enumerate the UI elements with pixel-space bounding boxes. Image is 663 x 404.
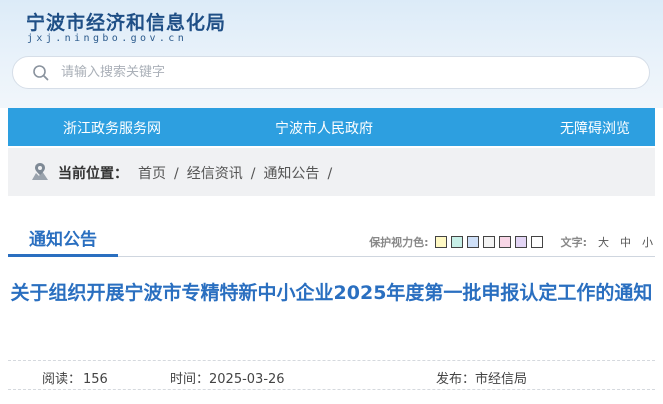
nav-link-zhejiang-gov-service[interactable]: 浙江政务服务网 [63, 118, 161, 138]
article-reads: 阅读： 156 [42, 368, 108, 387]
article-title: 关于组织开展宁波市专精特新中小企业2025年度第一批申报认定工作的通知 [10, 282, 653, 304]
breadcrumb-label: 当前位置： [58, 166, 128, 182]
section-tab-notices[interactable]: 通知公告 [8, 221, 118, 257]
publish-date: 2025-03-26 [209, 372, 285, 387]
section-header: 通知公告 保护视力色: 文字: 大 中 小 [8, 221, 655, 257]
font-size-small[interactable]: 小 [642, 234, 653, 250]
font-size-medium[interactable]: 中 [620, 234, 631, 250]
search-icon[interactable] [21, 56, 61, 89]
breadcrumb-trail: 首页 / 经信资讯 / 通知公告 / [138, 163, 340, 183]
breadcrumb-separator: / [174, 166, 179, 182]
article-time: 时间：2025-03-26 [170, 368, 285, 387]
breadcrumb-separator: / [250, 166, 256, 182]
eye-color-swatch-green[interactable] [450, 236, 463, 248]
nav-link-ningbo-gov[interactable]: 宁波市人民政府 [275, 118, 373, 138]
site-logo-domain: jxj.ningbo.gov.cn [27, 33, 188, 44]
eye-color-swatch-pink[interactable] [498, 236, 511, 248]
top-nav: 浙江政务服务网 宁波市人民政府 无障碍浏览 [8, 108, 655, 146]
font-size-label: 文字: [560, 236, 587, 249]
eye-color-swatch-purple[interactable] [514, 236, 527, 248]
location-pin-icon [30, 162, 50, 186]
font-size-large[interactable]: 大 [598, 234, 609, 250]
site-header: 宁波市经济和信息化局 jxj.ningbo.gov.cn [0, 0, 663, 108]
breadcrumb-home[interactable]: 首页 [138, 166, 166, 182]
search-bar [12, 56, 650, 89]
reads-count: 156 [83, 372, 108, 387]
source-name: 市经信局 [475, 372, 528, 387]
article-source: 发布：市经信局 [436, 368, 527, 387]
breadcrumb-separator: / [327, 166, 333, 182]
eye-protection-label: 保护视力色: [369, 236, 429, 249]
eye-color-swatch-yellow[interactable] [434, 236, 447, 248]
breadcrumb-notices[interactable]: 通知公告 [263, 166, 319, 182]
search-input[interactable] [61, 57, 601, 88]
nav-link-accessibility[interactable]: 无障碍浏览 [560, 118, 630, 138]
source-label: 发布： [436, 372, 476, 387]
breadcrumb-news[interactable]: 经信资讯 [187, 166, 243, 182]
article-meta: 阅读： 156 时间：2025-03-26 发布：市经信局 [8, 360, 655, 390]
eye-color-swatch-grey[interactable] [482, 236, 495, 248]
eye-color-swatch-blue[interactable] [466, 236, 479, 248]
eye-color-swatch-white[interactable] [530, 236, 543, 248]
breadcrumb: 当前位置： 首页 / 经信资讯 / 通知公告 / [8, 148, 655, 196]
reads-label: 阅读： [42, 372, 82, 387]
time-label: 时间： [170, 372, 210, 387]
site-logo-title[interactable]: 宁波市经济和信息化局 [26, 8, 226, 35]
reading-tools: 保护视力色: 文字: 大 中 小 [369, 234, 653, 250]
